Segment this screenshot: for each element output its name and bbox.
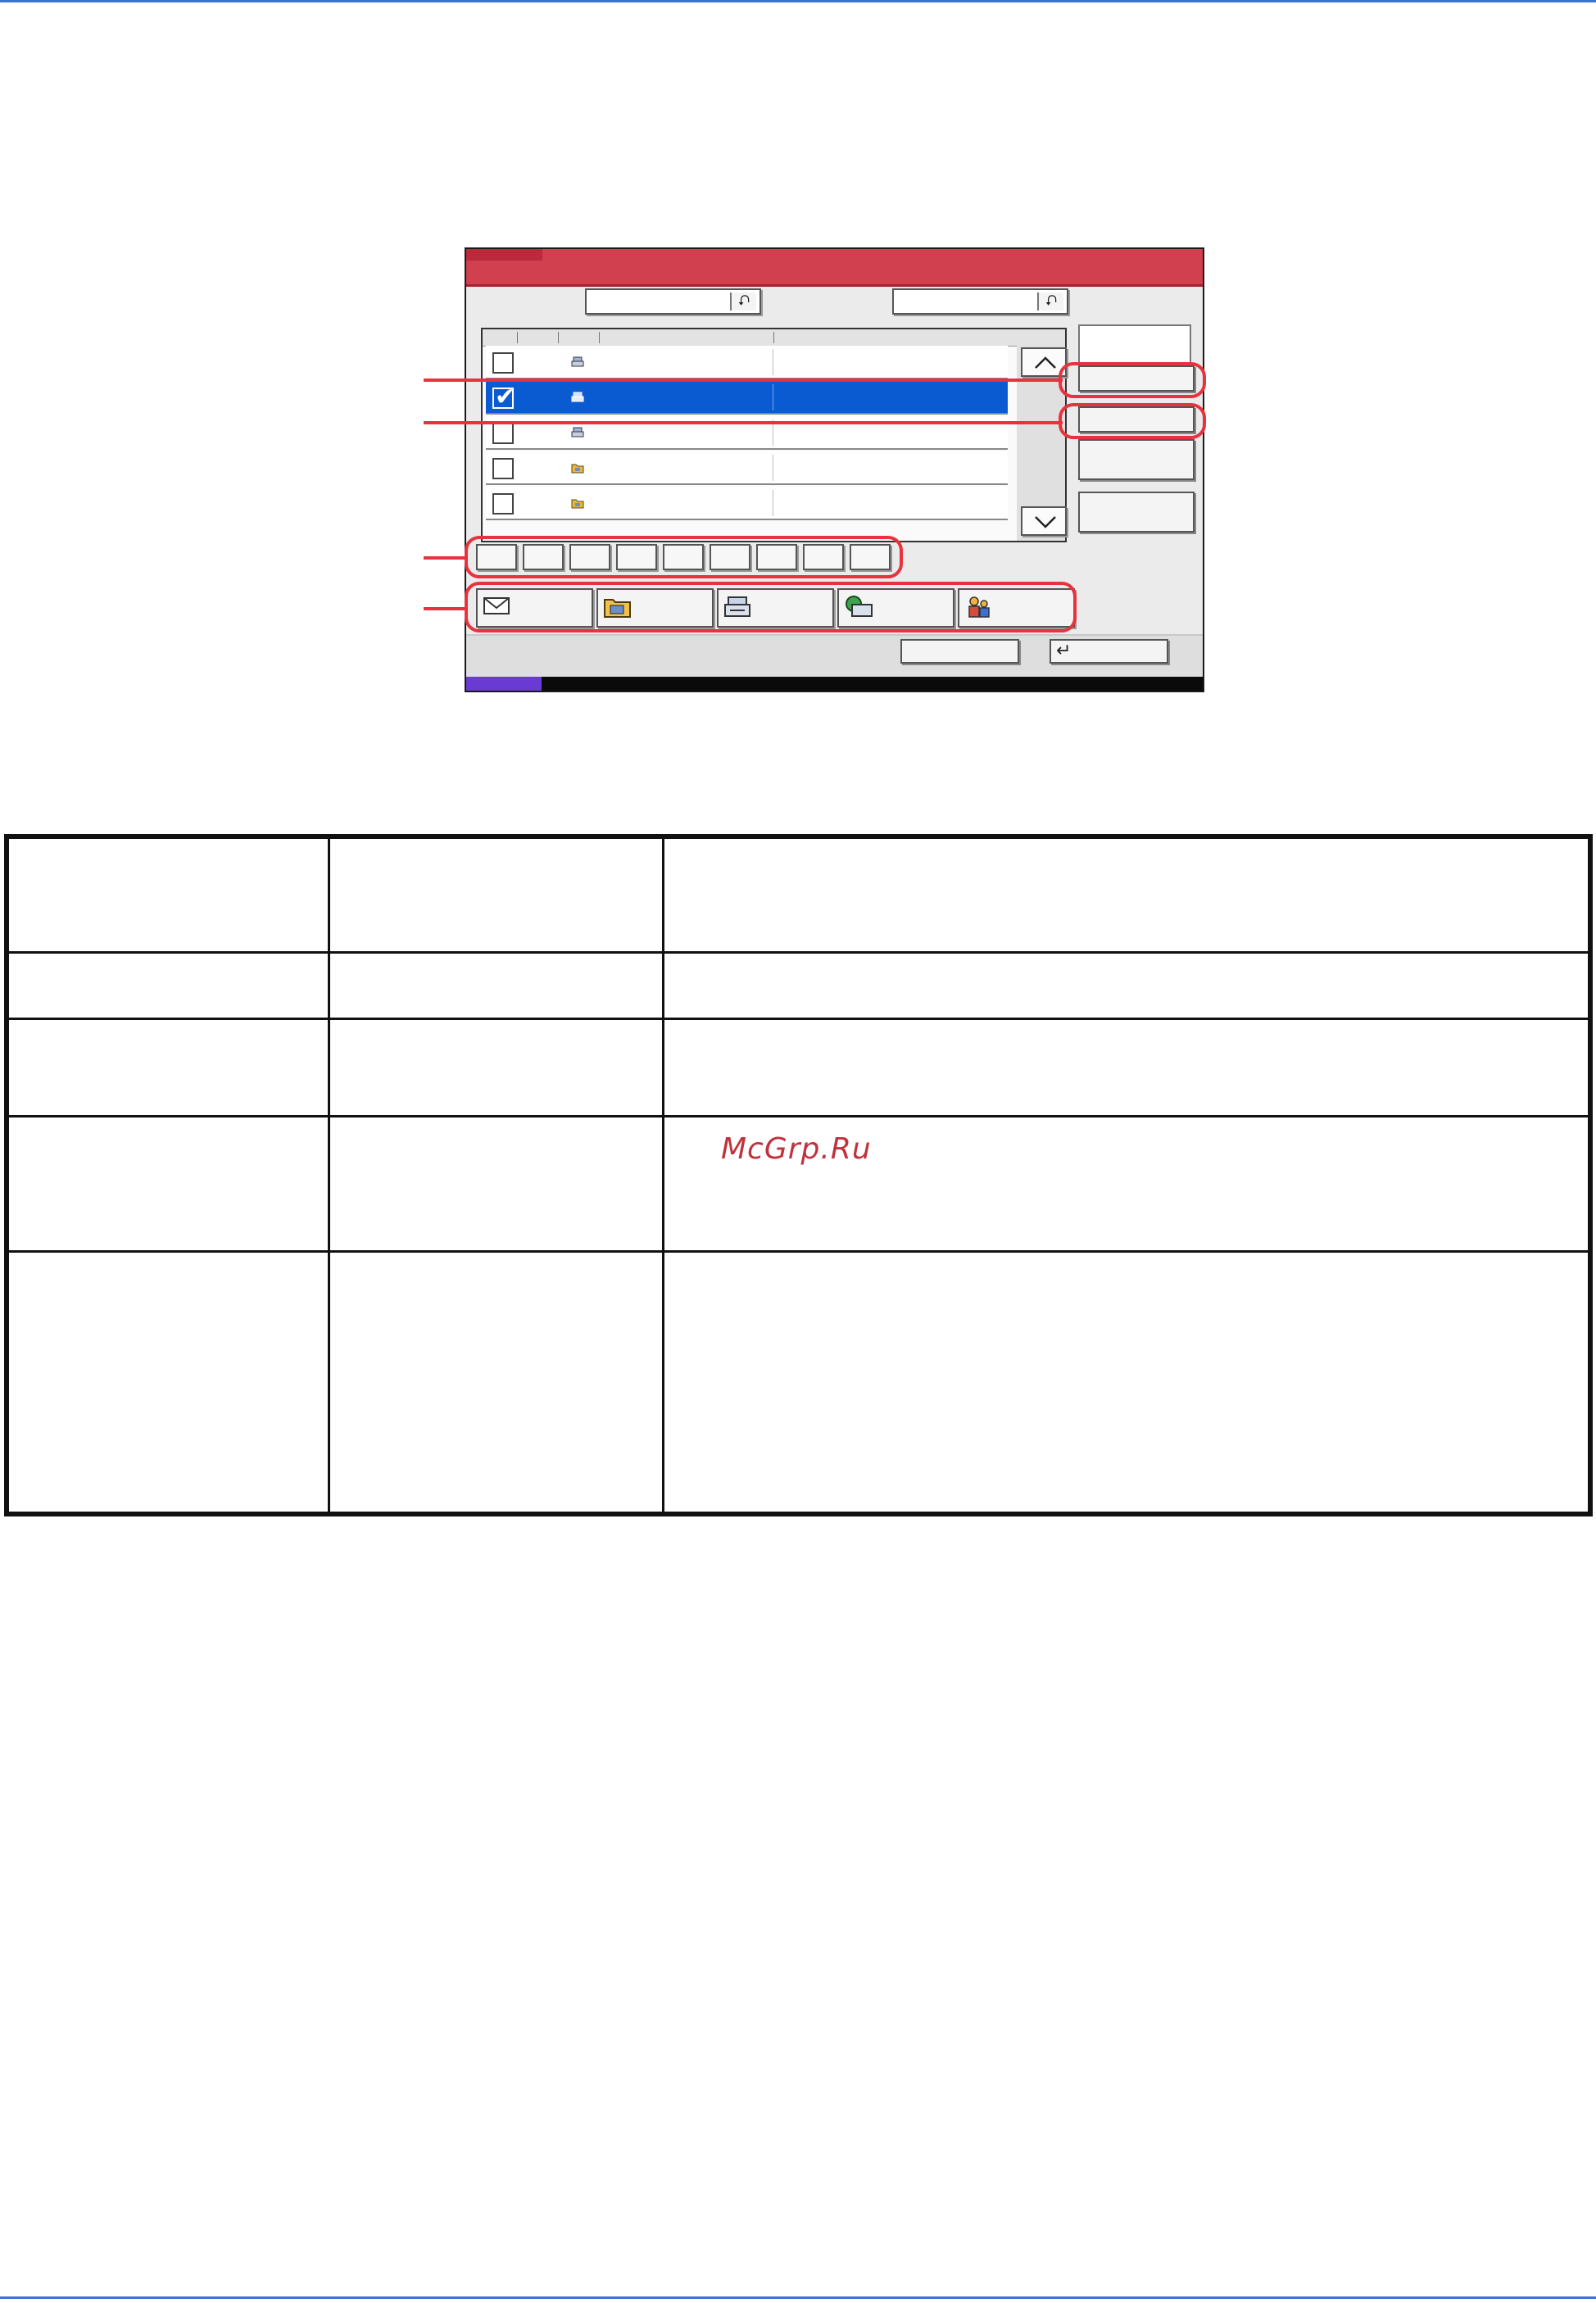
header-divider (517, 332, 518, 343)
top-rule (0, 0, 1596, 2)
side-button-3[interactable] (1078, 439, 1195, 480)
header-divider (558, 332, 559, 343)
header-divider (599, 332, 600, 343)
ok-button[interactable]: ↵ (1050, 639, 1168, 664)
callout-line-2 (424, 421, 1063, 424)
header-divider (773, 332, 774, 343)
chevron-down-icon: ⮏ (1037, 292, 1063, 311)
chevron-up-icon (1035, 356, 1056, 369)
checkmark-icon: ✔ (495, 383, 516, 411)
row-checkbox[interactable] (492, 493, 514, 515)
chevron-down-icon (1035, 516, 1056, 528)
file-list: ✔ (481, 328, 1067, 542)
title-tab (466, 249, 542, 261)
callout-line-4 (424, 607, 466, 610)
callout-ring-3 (465, 536, 903, 578)
watermark-text: McGrp.Ru (721, 1132, 872, 1166)
callout-line-3 (424, 556, 466, 560)
row-checkbox[interactable] (492, 423, 514, 444)
folder-file-icon (571, 464, 584, 474)
folder-file-icon (571, 499, 584, 509)
table-row-divider (9, 1250, 1588, 1253)
table-column-divider (662, 839, 664, 1512)
table-row-divider (9, 951, 1588, 954)
list-item[interactable] (486, 487, 1008, 520)
chevron-down-icon: ⮏ (730, 292, 756, 311)
description-table (4, 834, 1593, 1516)
cancel-button[interactable] (900, 639, 1019, 664)
list-item[interactable]: ✔ (486, 381, 1008, 415)
filter-dropdown[interactable]: ⮏ (892, 288, 1068, 315)
title-bar (466, 249, 1203, 287)
status-strip (466, 677, 1203, 691)
callout-ring-2 (1059, 403, 1206, 439)
bottom-rule (0, 2296, 1596, 2299)
list-item[interactable] (486, 451, 1008, 485)
table-row-divider (9, 1115, 1588, 1117)
status-accent (466, 677, 542, 691)
row-checkbox[interactable]: ✔ (492, 383, 515, 411)
enter-icon: ↵ (1056, 641, 1072, 661)
callout-line-1 (424, 379, 1063, 382)
sort-dropdown[interactable]: ⮏ (585, 288, 761, 315)
callout-ring-4 (465, 582, 1077, 632)
side-button-4[interactable] (1078, 492, 1195, 533)
print-file-icon (571, 427, 584, 437)
table-column-divider (328, 839, 330, 1512)
side-panel-box (1078, 324, 1191, 364)
scroll-down-button[interactable] (1021, 506, 1067, 536)
row-checkbox[interactable] (492, 458, 514, 479)
print-file-icon (571, 356, 584, 367)
table-row-divider (9, 1018, 1588, 1020)
list-header (483, 329, 1065, 347)
callout-ring-1 (1059, 362, 1206, 398)
row-checkbox[interactable] (492, 352, 514, 374)
list-item[interactable] (486, 346, 1008, 379)
print-file-icon (571, 392, 584, 402)
